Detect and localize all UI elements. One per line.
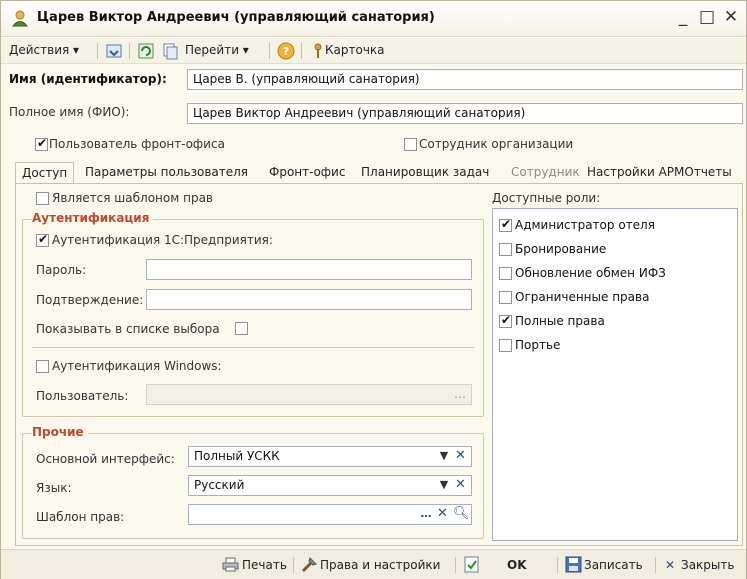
- chevron-down-icon[interactable]: ▼: [437, 478, 451, 494]
- tab-user-params[interactable]: Параметры пользователя: [85, 162, 248, 184]
- role-label: Обновление обмен ИФЗ: [515, 266, 666, 280]
- password-label: Пароль:: [36, 263, 87, 277]
- save-button[interactable]: Записать: [584, 558, 643, 572]
- role-label: Администратор отеля: [515, 218, 655, 232]
- org-employee-label: Сотрудник организации: [419, 137, 574, 151]
- tab-employee: Сотрудник: [511, 165, 580, 179]
- frontoffice-user-label: Пользователь фронт-офиса: [49, 137, 225, 151]
- printer-icon: [222, 557, 239, 572]
- auth-windows-label: Аутентификация Windows:: [52, 359, 222, 373]
- close-window-button[interactable]: ✕: [721, 7, 741, 27]
- access-tab-panel: Является шаблоном прав Аутентификация Ау…: [15, 183, 743, 546]
- refresh-icon[interactable]: [137, 42, 155, 60]
- windows-user-browse-button: …: [454, 387, 466, 401]
- confirm-input[interactable]: [146, 289, 472, 310]
- language-value: Русский: [194, 478, 245, 492]
- windows-user-input: [146, 384, 472, 405]
- auth-divider: [32, 347, 474, 348]
- print-button[interactable]: Печать: [242, 558, 287, 572]
- rights-template-input[interactable]: … ✕ 🔍︎: [188, 504, 472, 525]
- frontoffice-user-checkbox[interactable]: [35, 136, 48, 151]
- bottom-separator: [455, 557, 456, 573]
- roles-title: Доступные роли:: [492, 191, 601, 205]
- password-input[interactable]: [146, 259, 472, 280]
- svg-text:?: ?: [283, 45, 289, 58]
- bottom-separator: [293, 557, 294, 573]
- role-checkbox[interactable]: [499, 339, 512, 352]
- tab-task-scheduler[interactable]: Планировщик задач: [361, 162, 489, 184]
- language-label: Язык:: [36, 481, 72, 495]
- clear-icon[interactable]: ✕: [437, 506, 448, 521]
- interface-label: Основной интерфейс:: [36, 452, 175, 466]
- auth-1c-label: Аутентификация 1С:Предприятия:: [52, 233, 273, 247]
- tools-icon: [301, 557, 317, 573]
- save-to-list-icon[interactable]: [105, 42, 123, 60]
- minimize-button[interactable]: _: [673, 7, 693, 27]
- goto-menu[interactable]: Перейти ▾: [185, 43, 249, 57]
- ok-button[interactable]: OK: [507, 558, 527, 572]
- card-button[interactable]: Карточка: [325, 43, 385, 57]
- toolbar-separator: [97, 43, 98, 59]
- rights-template-checkbox[interactable]: [36, 192, 49, 205]
- role-checkbox[interactable]: [499, 267, 512, 280]
- user-card-icon: [11, 10, 29, 27]
- auth-group-title: Аутентификация: [32, 211, 154, 225]
- close-icon: ✕: [665, 558, 676, 572]
- tab-strip: Доступ Параметры пользователя Фронт-офис…: [15, 162, 743, 184]
- rights-template-field-label: Шаблон прав:: [36, 510, 125, 524]
- windows-user-label: Пользователь:: [36, 389, 129, 403]
- role-label: Бронирование: [515, 242, 607, 256]
- auth-windows-checkbox[interactable]: [36, 360, 49, 373]
- roles-list: Администратор отеля Бронирование Обновле…: [492, 208, 738, 541]
- name-label: Имя (идентификатор):: [9, 72, 167, 86]
- clear-icon[interactable]: ✕: [455, 448, 466, 463]
- role-checkbox[interactable]: [499, 291, 512, 304]
- auth-1c-checkbox[interactable]: [36, 232, 49, 247]
- role-label: Полные права: [515, 314, 605, 328]
- fullname-input[interactable]: Царев Виктор Андреевич (управляющий сана…: [187, 103, 743, 124]
- bottom-separator: [557, 557, 558, 573]
- role-checkbox[interactable]: [499, 313, 512, 328]
- org-employee-checkbox[interactable]: [404, 138, 417, 151]
- save-floppy-icon: [565, 556, 582, 573]
- clear-icon[interactable]: ✕: [455, 477, 466, 492]
- close-button[interactable]: Закрыть: [681, 558, 734, 572]
- search-icon[interactable]: 🔍︎: [453, 506, 470, 521]
- rights-settings-button[interactable]: Права и настройки: [320, 558, 440, 572]
- post-document-icon[interactable]: [463, 556, 480, 573]
- browse-icon[interactable]: …: [419, 507, 433, 523]
- interface-value: Полный УСКК: [194, 449, 280, 463]
- show-in-list-label: Показывать в списке выбора: [36, 322, 220, 336]
- form-window: Царев Виктор Андреевич (управляющий сана…: [0, 0, 747, 579]
- tab-front-office[interactable]: Фронт-офис: [269, 162, 345, 184]
- bottom-separator: [655, 557, 656, 573]
- toolbar-separator: [269, 43, 270, 59]
- rights-template-checkbox-label: Является шаблоном прав: [52, 191, 213, 205]
- copy-document-icon[interactable]: [161, 42, 179, 60]
- window-title: Царев Виктор Андреевич (управляющий сана…: [37, 10, 435, 25]
- show-in-list-checkbox[interactable]: [235, 322, 248, 335]
- toolbar-separator: [301, 43, 302, 59]
- maximize-button[interactable]: □: [697, 7, 717, 27]
- toolbar-separator: [129, 43, 130, 59]
- role-checkbox[interactable]: [499, 243, 512, 256]
- tab-access[interactable]: Доступ: [15, 162, 75, 184]
- actions-menu[interactable]: Действия ▾: [9, 43, 79, 57]
- tab-arm-reports-settings[interactable]: Настройки АРМОтчеты: [587, 162, 732, 184]
- role-label: Портье: [515, 338, 561, 352]
- language-select[interactable]: Русский ▼ ✕: [188, 475, 472, 496]
- role-label: Ограниченные права: [515, 290, 650, 304]
- title-bar[interactable]: Царев Виктор Андреевич (управляющий сана…: [1, 1, 746, 37]
- interface-select[interactable]: Полный УСКК ▼ ✕: [188, 446, 472, 467]
- fullname-label: Полное имя (ФИО):: [9, 105, 130, 119]
- chevron-down-icon[interactable]: ▼: [437, 449, 451, 465]
- name-input[interactable]: Царев В. (управляющий санатория): [187, 69, 743, 90]
- other-group-title: Прочие: [32, 425, 88, 439]
- toolbar: Действия ▾ Перейти ▾ ? Карточка: [1, 38, 746, 64]
- role-checkbox[interactable]: [499, 217, 512, 232]
- bottom-bar: Печать Права и настройки OK Записать ✕ З…: [1, 549, 746, 579]
- help-icon[interactable]: ?: [277, 42, 295, 60]
- confirm-label: Подтверждение:: [36, 293, 144, 307]
